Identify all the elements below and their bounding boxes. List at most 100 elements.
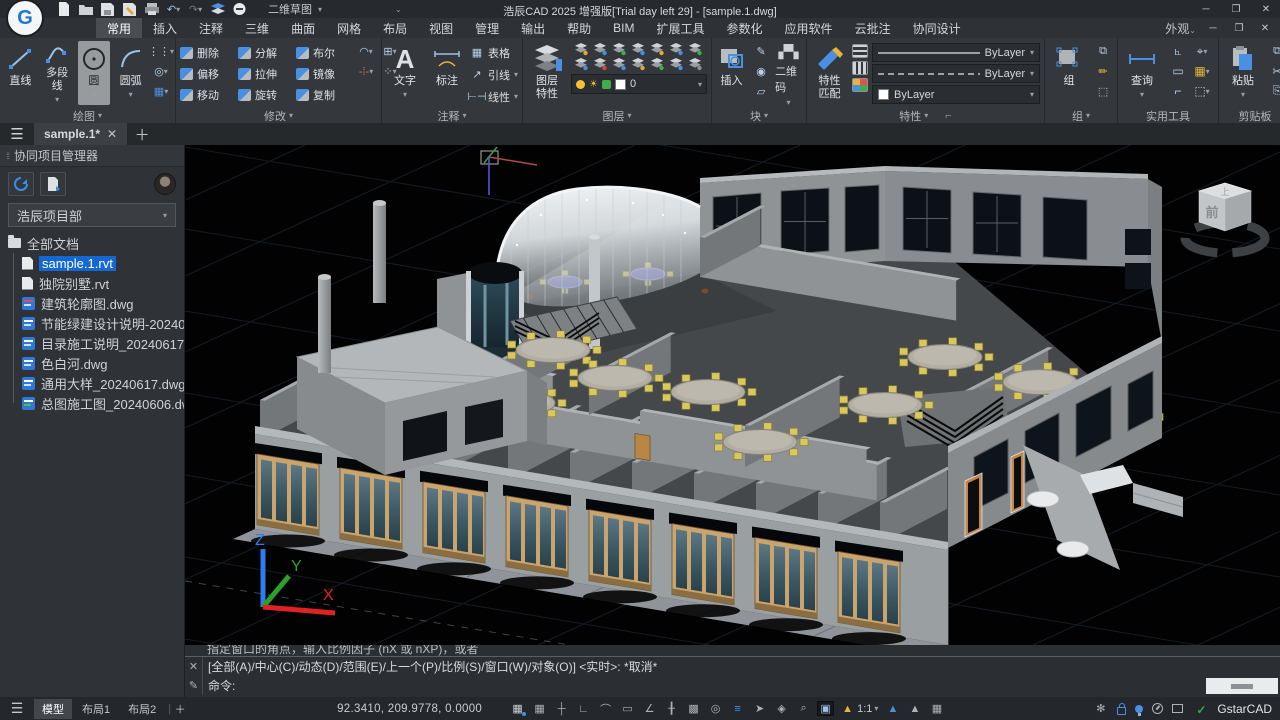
gstarcad-logo-icon[interactable]: G: [8, 1, 42, 35]
file-tree-item[interactable]: 通用大样_20240617.dwg: [22, 373, 184, 393]
menu-tab[interactable]: 插入: [142, 18, 188, 38]
file-tree-item[interactable]: 总图施工图_20240606.dwg: [22, 393, 184, 413]
group-edit-icon[interactable]: ✏: [1093, 63, 1113, 80]
block-define-icon[interactable]: ▱: [751, 83, 771, 100]
doc-close-button[interactable]: ✕: [1256, 20, 1274, 36]
object-snap-icon[interactable]: ╂: [664, 702, 679, 715]
file-tree-item[interactable]: 色白河.dwg: [22, 353, 184, 373]
menu-tab[interactable]: 曲面: [280, 18, 326, 38]
ui-lock-icon[interactable]: [1117, 707, 1126, 715]
ungroup-icon[interactable]: ⧉: [1093, 43, 1113, 60]
menu-tab[interactable]: 扩展工具: [646, 18, 716, 38]
lineweight-select[interactable]: ByLayer▾: [872, 43, 1040, 62]
open-file-icon[interactable]: [78, 2, 93, 16]
layer-state-icon[interactable]: [590, 42, 609, 57]
lineweight-display-icon[interactable]: ≡: [730, 703, 745, 715]
qrcode-icon[interactable]: ▞▚: [779, 43, 799, 60]
layer-state-icon[interactable]: [647, 57, 666, 72]
table-button[interactable]: ▦表格: [470, 43, 518, 62]
close-command-icon[interactable]: ✕: [185, 657, 203, 676]
command-scrollbar[interactable]: [1206, 678, 1278, 694]
menu-tab[interactable]: 帮助: [556, 18, 602, 38]
file-tree-item[interactable]: 节能绿建设计说明-20240612.dwg: [22, 313, 184, 333]
panel-label-modify[interactable]: 修改▾: [176, 108, 381, 123]
menu-tab[interactable]: 视图: [418, 18, 464, 38]
object-tracking-icon[interactable]: ◎: [708, 702, 723, 715]
layer-state-icon[interactable]: [571, 42, 590, 57]
menu-tab[interactable]: 协同设计: [902, 18, 972, 38]
menu-tab[interactable]: 注释: [188, 18, 234, 38]
fillet-icon[interactable]: ◠ ▾: [356, 43, 376, 60]
corner-icon[interactable]: ⌐: [1166, 81, 1190, 101]
import-doc-button[interactable]: [40, 172, 66, 196]
save-as-icon[interactable]: [122, 2, 137, 16]
workspace-table-icon[interactable]: ▦: [929, 702, 944, 715]
clean-screen-icon[interactable]: [1172, 704, 1183, 713]
insert-block-button[interactable]: 插入: [716, 41, 747, 105]
panel-label-group[interactable]: 组▾: [1045, 108, 1117, 123]
workspace-select[interactable]: 二维草图▾: [268, 1, 388, 17]
paste-button[interactable]: 粘贴▾: [1223, 41, 1263, 105]
layout-tab[interactable]: 模型: [34, 699, 72, 719]
inquiry-button[interactable]: 查询▾: [1122, 41, 1162, 105]
layer-state-icon[interactable]: [628, 42, 647, 57]
modify-tool-button[interactable]: 布尔: [296, 43, 352, 62]
line-button[interactable]: 直线: [4, 41, 37, 105]
layer-state-icon[interactable]: [685, 42, 704, 57]
modify-tool-button[interactable]: 删除: [180, 43, 236, 62]
annotation-scale-select[interactable]: ▲1:1▾: [840, 703, 878, 715]
layer-state-icon[interactable]: [609, 42, 628, 57]
polyline-button[interactable]: 多段线▾: [41, 41, 74, 105]
status-menu-icon[interactable]: ☰: [0, 700, 34, 717]
angle-snap-icon[interactable]: ∠: [642, 702, 657, 715]
arc-button[interactable]: 圆弧▾: [114, 41, 147, 105]
doc-restore-button[interactable]: ❐: [1230, 20, 1248, 36]
ortho-mode-icon[interactable]: ∟: [576, 703, 591, 715]
layer-state-icon[interactable]: [666, 57, 685, 72]
layer-state-icon[interactable]: [666, 42, 685, 57]
group-select-icon[interactable]: ⬚: [1093, 83, 1113, 100]
minimize-button[interactable]: ─: [1192, 1, 1220, 18]
project-select[interactable]: 浩辰项目部▾: [8, 203, 176, 227]
layer-state-icon[interactable]: [590, 57, 609, 72]
menu-tab[interactable]: 常用: [96, 18, 142, 38]
copy-base-icon[interactable]: ⎘: [1267, 83, 1280, 100]
redo-icon[interactable]: ↷▾: [188, 2, 203, 16]
doc-minimize-button[interactable]: ─: [1204, 20, 1222, 36]
cut-icon[interactable]: ✂: [1267, 63, 1280, 80]
menu-tab[interactable]: 应用软件: [774, 18, 844, 38]
drawing-viewport[interactable]: 前上 ZYX: [185, 145, 1280, 645]
menu-tab[interactable]: 输出: [510, 18, 556, 38]
layer-states-icon[interactable]: [210, 2, 225, 16]
modify-tool-button[interactable]: 旋转: [238, 85, 294, 104]
appearance-menu[interactable]: 外观⌄: [1165, 20, 1196, 37]
linear-button[interactable]: ⊢⊣线性▾: [470, 87, 518, 106]
color-grid-icon[interactable]: [852, 78, 868, 92]
command-prompt-line[interactable]: ✎ 命令:: [185, 676, 1280, 695]
color-select[interactable]: ByLayer▾: [872, 85, 1040, 104]
panel-label-block[interactable]: 块▾: [712, 108, 806, 123]
grid-display-icon[interactable]: ▦: [510, 702, 525, 715]
panel-label-layers[interactable]: 图层▾: [523, 108, 711, 123]
document-tab[interactable]: sample.1*✕: [34, 123, 127, 145]
hatch-tools-icon[interactable]: ▦ ▾: [151, 83, 171, 100]
modify-tool-button[interactable]: 移动: [180, 85, 236, 104]
copy-clip-icon[interactable]: ⧉: [1267, 43, 1280, 60]
donut-tools-icon[interactable]: ◎ ▾: [151, 63, 171, 80]
restore-button[interactable]: ❐: [1222, 1, 1250, 18]
selection-cycling-icon[interactable]: ➤: [752, 702, 767, 715]
layer-state-icon[interactable]: [609, 57, 628, 72]
modify-tool-button[interactable]: 镜像: [296, 64, 352, 83]
match-properties-button[interactable]: 特性匹配: [811, 41, 848, 105]
file-tree-item[interactable]: 独院别墅.rvt: [22, 273, 184, 293]
performance-dial-icon[interactable]: [1152, 703, 1163, 714]
3d-model-view[interactable]: 前上 ZYX: [185, 145, 1280, 645]
break-icon[interactable]: -⁞- ▾: [356, 63, 376, 80]
menu-tab[interactable]: 参数化: [716, 18, 774, 38]
hatch-display-icon[interactable]: ▩: [686, 702, 701, 715]
isolate-objects-icon[interactable]: ◈: [774, 702, 789, 715]
new-layout-icon[interactable]: ＋: [173, 701, 187, 717]
new-file-icon[interactable]: [56, 2, 71, 16]
linetype-icon[interactable]: [852, 61, 868, 75]
close-document-icon[interactable]: ✕: [107, 127, 117, 141]
